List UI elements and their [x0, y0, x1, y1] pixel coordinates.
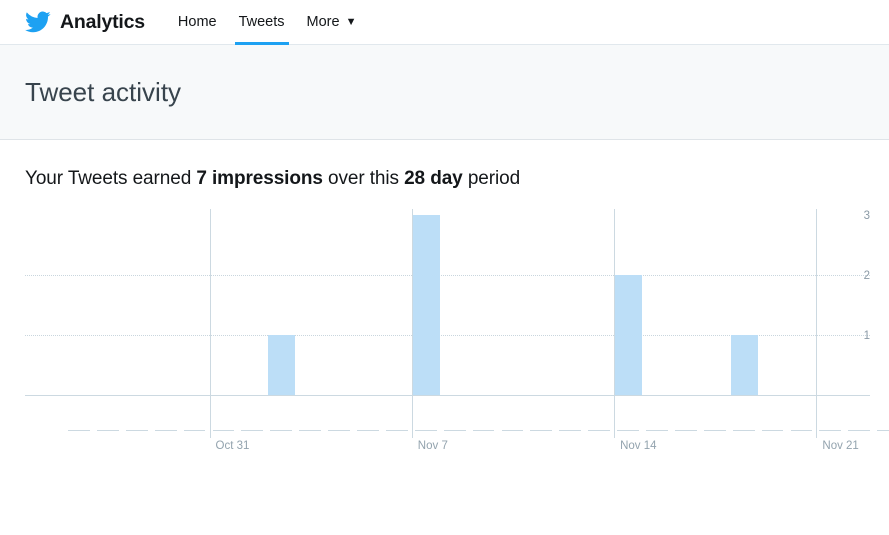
chart-bar[interactable] [730, 335, 758, 395]
chart-day-tick [299, 430, 322, 431]
chart-x-axis-label: Nov 14 [620, 440, 657, 452]
page-title: Tweet activity [25, 76, 182, 107]
chart-day-tick [443, 430, 466, 431]
chart-day-tick [848, 430, 871, 431]
chart-day-tick [617, 430, 639, 431]
nav-tab-tweets[interactable]: Tweets [228, 0, 296, 45]
chart-day-tick [559, 430, 582, 431]
chart-day-tick [819, 430, 842, 431]
summary-impressions: 7 impressions [196, 168, 323, 189]
chart-baseline [25, 395, 870, 396]
brand-name: Analytics [60, 10, 145, 33]
chart-day-tick [703, 430, 726, 431]
nav-tab-tweets-label: Tweets [238, 14, 285, 30]
chevron-down-icon: ▼ [345, 15, 357, 28]
chart-day-tick [125, 430, 148, 431]
nav-tabs: Home Tweets More ▼ [167, 0, 368, 45]
brand-logo[interactable]: Analytics [25, 9, 145, 35]
twitter-bird-icon [25, 9, 51, 35]
chart-day-tick [877, 430, 889, 431]
chart-day-tick [241, 430, 264, 431]
nav-tab-home[interactable]: Home [167, 0, 228, 45]
chart-y-axis-label: 2 [863, 270, 870, 282]
chart-bar[interactable] [268, 335, 296, 395]
chart-day-tick [68, 430, 90, 431]
chart-day-tick [646, 430, 668, 431]
chart-day-tick [790, 430, 813, 431]
summary-middle: over this [322, 168, 405, 189]
chart-day-tick [414, 430, 437, 431]
chart-day-tick [270, 430, 293, 431]
chart-day-tick [385, 430, 408, 431]
chart-day-tick [588, 430, 611, 431]
chart-day-tick [732, 430, 755, 431]
main-content: Your Tweets earned 7 impressions over th… [0, 140, 889, 464]
chart-bar[interactable] [615, 275, 643, 395]
chart-x-axis-label: Oct 31 [215, 440, 250, 452]
chart-day-tick [154, 430, 177, 431]
chart-day-tick [530, 430, 553, 431]
page-title-band: Tweet activity [0, 45, 889, 140]
chart-day-tick [674, 430, 697, 431]
summary-period: 28 day [404, 168, 463, 189]
nav-tab-home-label: Home [177, 14, 217, 30]
nav-tab-more[interactable]: More ▼ [296, 0, 368, 45]
chart-week-separator [209, 209, 211, 438]
chart-day-tick [761, 430, 784, 431]
chart-bar[interactable] [412, 215, 440, 395]
chart-x-axis-label: Nov 7 [417, 440, 448, 452]
chart-x-axis-label: Nov 21 [822, 440, 859, 452]
top-navigation-bar: Analytics Home Tweets More ▼ [0, 0, 889, 45]
chart-y-axis-label: 1 [863, 330, 870, 342]
chart-day-tick [212, 430, 235, 431]
chart-plot-area: Oct 31 Nov 7 Nov 14 Nov 21 1 2 3 [25, 204, 889, 464]
impressions-chart: Oct 31 Nov 7 Nov 14 Nov 21 1 2 3 [25, 204, 889, 464]
chart-y-axis-label: 3 [863, 210, 870, 222]
summary-suffix: period [462, 168, 521, 189]
chart-week-separator [816, 209, 818, 438]
chart-gridline [25, 275, 870, 276]
chart-day-tick [328, 430, 350, 431]
nav-tab-more-label: More [306, 14, 340, 30]
chart-day-tick [357, 430, 379, 431]
chart-day-tick [183, 430, 206, 431]
summary-prefix: Your Tweets earned [25, 168, 197, 189]
chart-day-tick [501, 430, 524, 431]
chart-day-tick [472, 430, 495, 431]
summary-line: Your Tweets earned 7 impressions over th… [25, 140, 871, 190]
chart-day-tick [96, 430, 119, 431]
